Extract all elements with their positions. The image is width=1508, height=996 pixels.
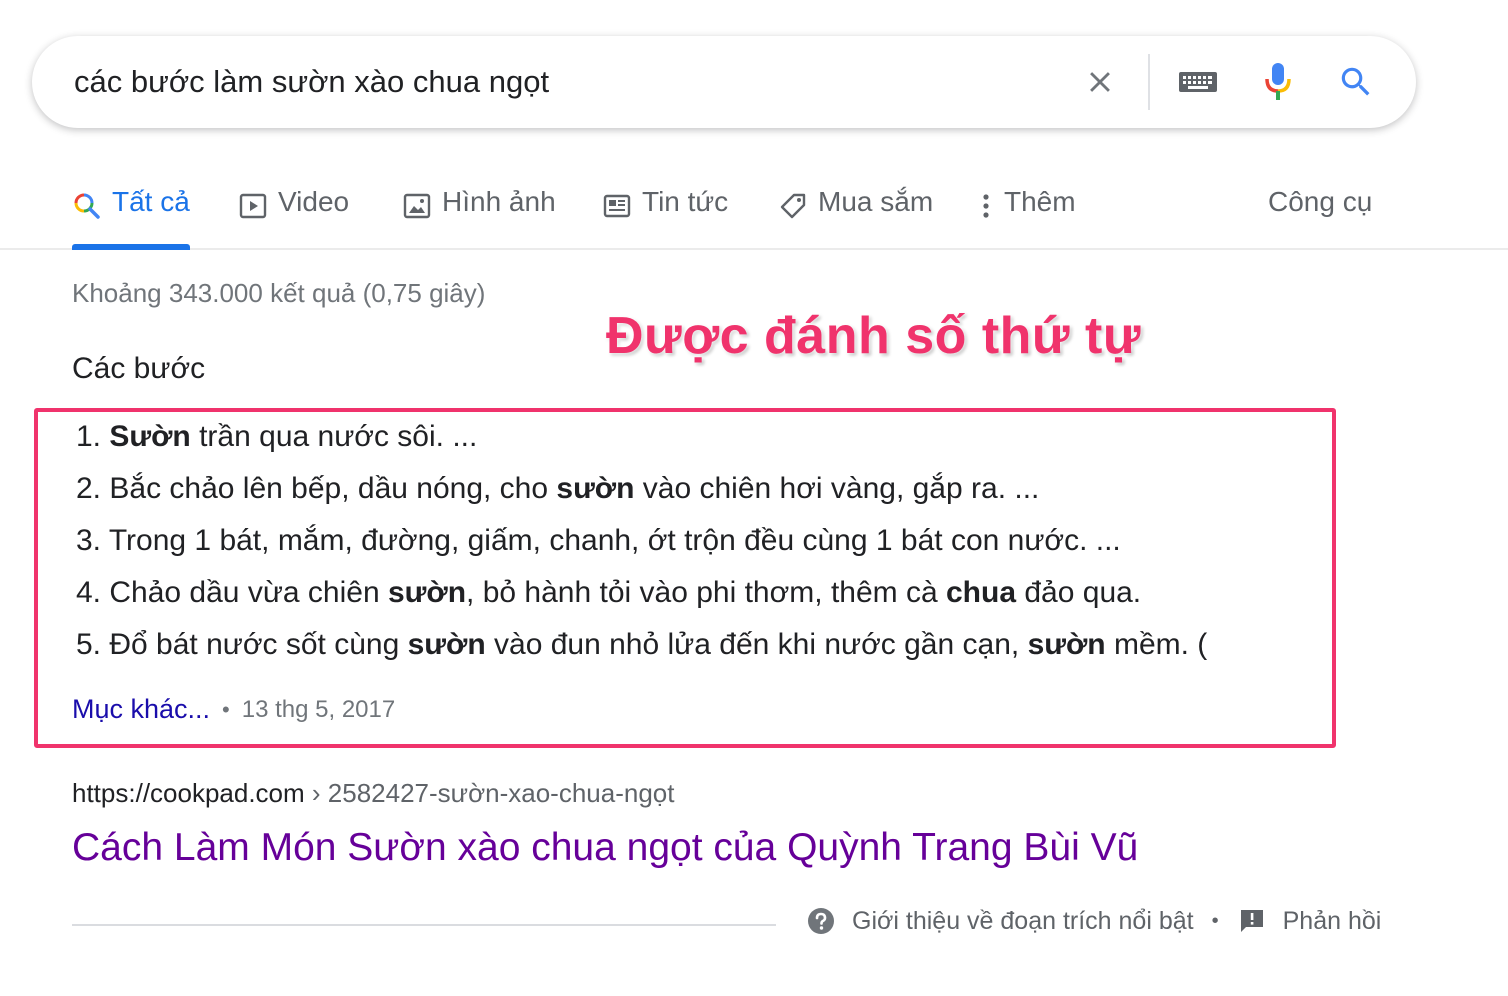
step-text: Bắc chảo lên bếp, dầu nóng, cho: [109, 472, 557, 505]
help-icon[interactable]: [806, 906, 836, 936]
tab-label: Mua sắm: [818, 186, 934, 217]
play-icon: [238, 191, 268, 221]
search-bar-divider: [1148, 54, 1150, 110]
tab-label: Hình ảnh: [442, 186, 556, 217]
tools-button[interactable]: Công cụ: [1268, 186, 1372, 246]
snippet-more-line: Mục khác... • 13 thg 5, 2017: [72, 694, 395, 725]
tab-label: Tất cả: [112, 186, 190, 217]
tab-images[interactable]: Hình ảnh: [402, 186, 556, 246]
step-item: 2. Bắc chảo lên bếp, dầu nóng, cho sườn …: [76, 470, 1207, 522]
step-number: 1.: [76, 420, 102, 453]
step-number: 4.: [76, 576, 102, 609]
step-text: Đổ bát nước sốt cùng: [109, 628, 408, 661]
image-icon: [402, 191, 432, 221]
step-keyword: Sườn: [109, 420, 191, 453]
feedback-link[interactable]: Phản hồi: [1283, 907, 1382, 936]
news-icon: [602, 191, 632, 221]
tag-icon: [778, 191, 808, 221]
close-icon[interactable]: [1080, 62, 1120, 102]
annotation-label: Được đánh số thứ tự: [606, 307, 1141, 365]
result-host: https://cookpad.com: [72, 778, 305, 808]
step-number: 5.: [76, 628, 102, 661]
step-text: Trong 1 bát, mắm, đường, giấm, chanh, ớt…: [108, 524, 1121, 557]
step-keyword: sườn: [387, 576, 467, 609]
tab-shopping[interactable]: Mua sắm: [778, 186, 933, 246]
tab-label: Tin tức: [642, 186, 729, 217]
footer-divider: [72, 924, 776, 926]
feedback-icon[interactable]: [1237, 906, 1267, 936]
step-keyword: sườn: [1027, 628, 1106, 661]
step-text: đảo qua.: [1016, 576, 1142, 609]
search-multicolor-icon: [72, 191, 102, 221]
step-keyword: sườn: [407, 628, 486, 661]
step-keyword: sườn: [556, 472, 635, 505]
step-text: , bỏ hành tỏi vào phi thơm, thêm cà: [466, 576, 946, 609]
about-snippet-link[interactable]: Giới thiệu về đoạn trích nổi bật: [852, 907, 1194, 936]
step-keyword: chua: [946, 576, 1017, 609]
step-text: vào chiên hơi vàng, gắp ra. ...: [634, 472, 1040, 505]
mic-icon[interactable]: [1258, 62, 1298, 102]
snippet-footer: Giới thiệu về đoạn trích nổi bật • Phản …: [806, 906, 1381, 936]
step-text: mềm. (: [1105, 628, 1208, 661]
tab-label: Video: [278, 186, 350, 217]
step-text: trần qua nước sôi. ...: [190, 420, 478, 453]
step-number: 3.: [76, 524, 102, 557]
step-item: 5. Đổ bát nước sốt cùng sườn vào đun nhỏ…: [76, 626, 1207, 678]
result-title-link[interactable]: Cách Làm Món Sườn xào chua ngọt của Quỳn…: [72, 826, 1138, 870]
step-number: 2.: [76, 472, 102, 505]
tab-news[interactable]: Tin tức: [602, 186, 728, 246]
search-icon[interactable]: [1336, 62, 1376, 102]
result-path: › 2582427-sườn-xao-chua-ngọt: [304, 778, 675, 808]
snippet-date: 13 thg 5, 2017: [241, 695, 396, 723]
tab-video[interactable]: Video: [238, 186, 349, 246]
separator: •: [1211, 909, 1219, 932]
steps-list: 1. Sườn trần qua nước sôi. ... 2. Bắc chả…: [76, 418, 1207, 678]
tab-all[interactable]: Tất cả: [72, 186, 190, 250]
step-text: Chảo dầu vừa chiên: [109, 576, 388, 609]
result-stats: Khoảng 343.000 kết quả (0,75 giây): [72, 278, 486, 308]
keyboard-icon[interactable]: [1178, 62, 1218, 102]
snippet-title: Các bước: [72, 352, 206, 385]
more-vert-icon: [976, 191, 996, 221]
tab-more[interactable]: Thêm: [976, 186, 1076, 246]
step-item: 3. Trong 1 bát, mắm, đường, giấm, chanh,…: [76, 522, 1207, 574]
result-url[interactable]: https://cookpad.com › 2582427-sườn-xao-c…: [72, 778, 674, 809]
search-tabs: Tất cả Video Hình ảnh Tin tức Mua sắm Th…: [0, 180, 1508, 250]
search-input[interactable]: các bước làm sườn xào chua ngọt: [74, 64, 549, 100]
tab-label: Thêm: [1004, 186, 1076, 217]
step-text: vào đun nhỏ lửa đến khi nước gần cạn,: [485, 628, 1028, 661]
more-items-link[interactable]: Mục khác...: [72, 694, 210, 725]
separator: •: [222, 696, 230, 722]
search-bar[interactable]: các bước làm sườn xào chua ngọt: [32, 36, 1416, 128]
step-item: 1. Sườn trần qua nước sôi. ...: [76, 418, 1207, 470]
step-item: 4. Chảo dầu vừa chiên sườn, bỏ hành tỏi …: [76, 574, 1207, 626]
